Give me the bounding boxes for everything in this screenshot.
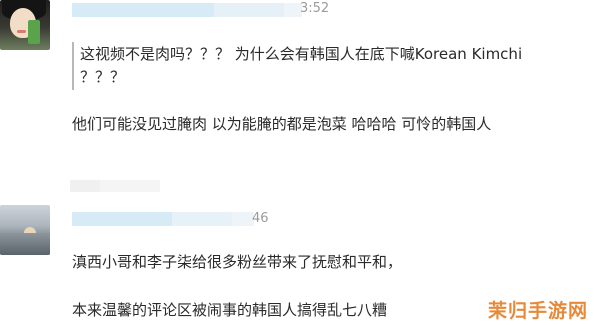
quote-divider bbox=[72, 42, 74, 90]
avatar-sun bbox=[24, 227, 36, 233]
avatar-phone bbox=[28, 20, 40, 44]
user-avatar[interactable] bbox=[0, 205, 50, 255]
blurred-username[interactable] bbox=[72, 212, 172, 226]
blurred-meta bbox=[172, 212, 232, 226]
comment-timestamp: 46 bbox=[252, 211, 269, 226]
blurred-footer bbox=[100, 180, 160, 192]
reply-text: 他们可能没见过腌肉 以为能腌的都是泡菜 哈哈哈 可怜的韩国人 bbox=[72, 115, 492, 133]
quoted-comment-line: ？？？ bbox=[80, 68, 126, 86]
avatar-mouth bbox=[17, 30, 26, 33]
screenshot-page: 3:52 这视频不是肉吗？？？ 为什么会有韩国人在底下喊Korean Kimch… bbox=[0, 0, 594, 325]
blurred-footer bbox=[70, 180, 100, 192]
comment-timestamp: 3:52 bbox=[300, 1, 330, 16]
avatar-sea bbox=[0, 233, 50, 255]
comment-text-line: 滇西小哥和李子柒给很多粉丝带来了抚慰和平和， bbox=[72, 253, 403, 271]
blurred-username[interactable] bbox=[72, 3, 214, 17]
blurred-meta bbox=[214, 3, 284, 17]
site-watermark: 茉归手游网 bbox=[487, 300, 588, 322]
user-avatar[interactable] bbox=[0, 0, 50, 50]
quoted-comment-line: 这视频不是肉吗？？？ 为什么会有韩国人在底下喊Korean Kimchi bbox=[80, 45, 523, 63]
comment-text-line: 本来温馨的评论区被闹事的韩国人搞得乱七八糟 bbox=[72, 301, 388, 319]
blurred-meta bbox=[232, 212, 254, 226]
